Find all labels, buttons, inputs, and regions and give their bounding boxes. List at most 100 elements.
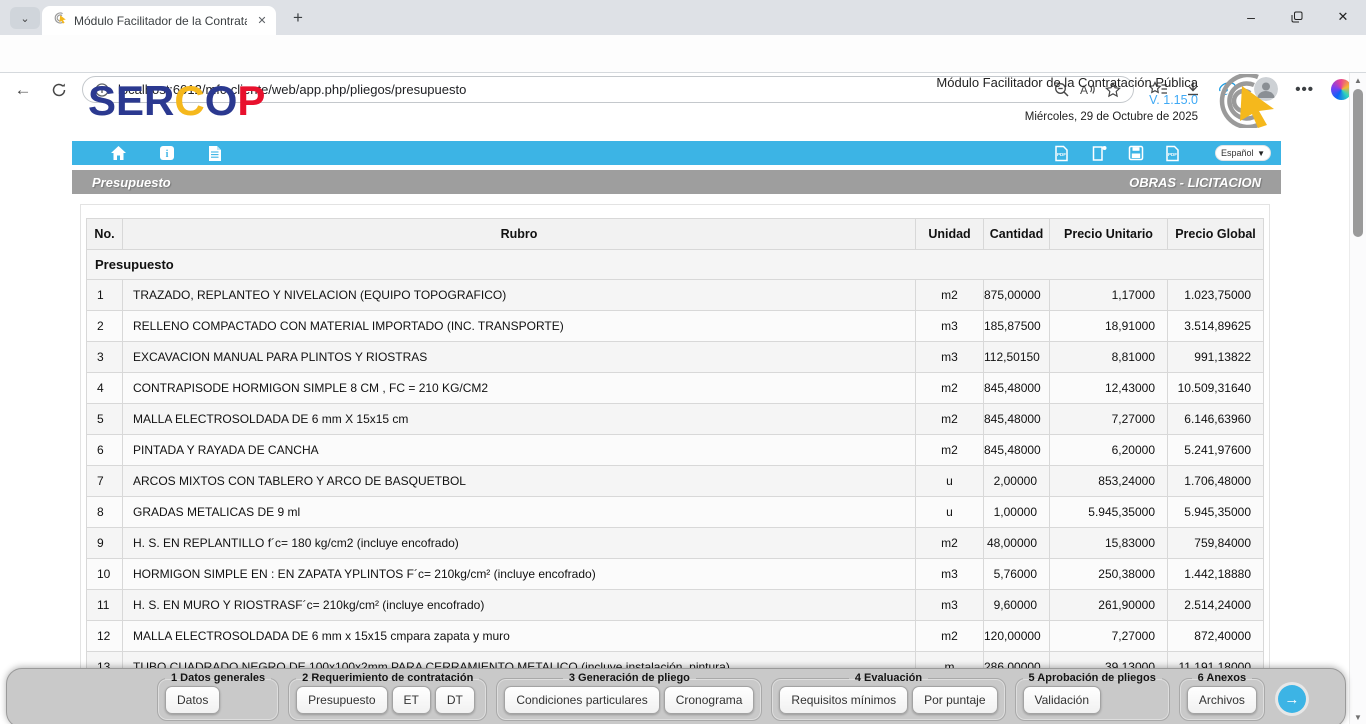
nav-button-validaci-n[interactable]: Validación	[1023, 686, 1101, 714]
clipboard-icon[interactable]	[1090, 145, 1107, 162]
scrollbar[interactable]: ▲ ▼	[1349, 73, 1366, 724]
budget-table: Presupuesto No. Rubro Unidad Cantidad Pr…	[86, 218, 1264, 683]
pdf-export-icon-2[interactable]: PDF	[1164, 145, 1181, 162]
table-cell: u	[916, 466, 984, 497]
table-cell: 12,43000	[1050, 373, 1168, 404]
table-cell: 120,00000	[984, 621, 1050, 652]
nav-button-archivos[interactable]: Archivos	[1187, 686, 1257, 714]
table-cell: 875,00000	[984, 280, 1050, 311]
pdf-export-icon[interactable]: PDF	[1053, 145, 1070, 162]
table-row: 6PINTADA Y RAYADA DE CANCHAm2845,480006,…	[87, 435, 1264, 466]
tab-search-chevron-icon[interactable]: ⌄	[10, 7, 40, 29]
nav-button-cronograma[interactable]: Cronograma	[664, 686, 755, 714]
table-cell: 5.241,97600	[1168, 435, 1264, 466]
nav-button-datos[interactable]: Datos	[165, 686, 220, 714]
table-cell: MALLA ELECTROSOLDADA DE 6 mm x 15x15 cmp…	[123, 621, 916, 652]
table-cell: 7	[87, 466, 123, 497]
table-cell: 1,00000	[984, 497, 1050, 528]
scroll-up-icon[interactable]: ▲	[1350, 73, 1366, 87]
nav-group: 2 Requerimiento de contratación Presupues…	[288, 672, 487, 721]
nav-group-label: 2 Requerimiento de contratación	[296, 672, 479, 684]
close-button[interactable]: ✕	[1320, 0, 1366, 34]
nav-group: 3 Generación de pliegoCondiciones partic…	[496, 672, 762, 721]
table-cell: 6,20000	[1050, 435, 1168, 466]
chevron-down-icon: ▼	[1257, 149, 1265, 158]
save-icon[interactable]	[1127, 145, 1144, 162]
table-cell: 10	[87, 559, 123, 590]
table-row: 5MALLA ELECTROSOLDADA DE 6 mm X 15x15 cm…	[87, 404, 1264, 435]
home-icon[interactable]	[110, 145, 127, 162]
table-row: 3EXCAVACION MANUAL PARA PLINTOS Y RIOSTR…	[87, 342, 1264, 373]
table-cell: m3	[916, 590, 984, 621]
table-cell: m2	[916, 528, 984, 559]
tab-favicon	[51, 10, 67, 31]
table-cell: 1,17000	[1050, 280, 1168, 311]
sercop-logo: SERCOP	[88, 80, 265, 122]
table-cell: 185,87500	[984, 311, 1050, 342]
table-cell: H. S. EN MURO Y RIOSTRASF´c= 210kg/cm² (…	[123, 590, 916, 621]
table-cell: 7,27000	[1050, 621, 1168, 652]
bottom-nav: 1 Datos generalesDatos2 Requerimiento de…	[6, 668, 1346, 724]
table-cell: m2	[916, 373, 984, 404]
table-cell: 12	[87, 621, 123, 652]
nav-button-presupuesto[interactable]: Presupuesto	[296, 686, 387, 714]
budget-table-body: 1TRAZADO, REPLANTEO Y NIVELACION (EQUIPO…	[87, 280, 1264, 683]
table-cell: 9,60000	[984, 590, 1050, 621]
restore-button[interactable]	[1274, 0, 1320, 34]
nav-button-requisitos-m-nimos[interactable]: Requisitos mínimos	[779, 686, 908, 714]
scroll-down-icon[interactable]: ▼	[1350, 710, 1366, 724]
table-cell: 9	[87, 528, 123, 559]
table-row: 9H. S. EN REPLANTILLO f´c= 180 kg/cm2 (i…	[87, 528, 1264, 559]
document-icon[interactable]	[206, 145, 223, 162]
back-button[interactable]: ←	[12, 79, 34, 101]
table-cell: 261,90000	[1050, 590, 1168, 621]
table-row: 1TRAZADO, REPLANTEO Y NIVELACION (EQUIPO…	[87, 280, 1264, 311]
nav-button-et[interactable]: ET	[392, 686, 431, 714]
table-cell: MALLA ELECTROSOLDADA DE 6 mm X 15x15 cm	[123, 404, 916, 435]
next-step-button[interactable]: →	[1278, 685, 1306, 713]
app-date: Miércoles, 29 de Octubre de 2025	[678, 111, 1198, 123]
table-row: 11H. S. EN MURO Y RIOSTRASF´c= 210kg/cm²…	[87, 590, 1264, 621]
table-cell: 7,27000	[1050, 404, 1168, 435]
tab-close-icon[interactable]: ✕	[254, 13, 270, 29]
table-cell: TRAZADO, REPLANTEO Y NIVELACION (EQUIPO …	[123, 280, 916, 311]
table-cell: 18,91000	[1050, 311, 1168, 342]
table-cell: 5	[87, 404, 123, 435]
bottom-nav-groups: 1 Datos generalesDatos2 Requerimiento de…	[157, 672, 1265, 721]
table-cell: 8	[87, 497, 123, 528]
nav-group: 6 AnexosArchivos	[1179, 672, 1265, 721]
table-cell: m2	[916, 435, 984, 466]
table-header: No. Rubro Unidad Cantidad Precio Unitari…	[87, 219, 1264, 250]
settings-menu-icon[interactable]: •••	[1295, 81, 1314, 98]
table-cell: m3	[916, 311, 984, 342]
info-icon[interactable]: i	[158, 145, 175, 162]
nav-button-dt[interactable]: DT	[435, 686, 475, 714]
app-icon-bar: i PDF PDF Español ▼	[72, 141, 1281, 165]
table-row: 12MALLA ELECTROSOLDADA DE 6 mm x 15x15 c…	[87, 621, 1264, 652]
minimize-button[interactable]: –	[1228, 0, 1274, 34]
table-row: 8GRADAS METALICAS DE 9 mlu1,000005.945,3…	[87, 497, 1264, 528]
new-tab-button[interactable]: +	[288, 8, 308, 28]
table-row: 4CONTRAPISODE HORMIGON SIMPLE 8 CM , FC …	[87, 373, 1264, 404]
nav-button-condiciones-particulares[interactable]: Condiciones particulares	[504, 686, 659, 714]
table-cell: 10.509,31640	[1168, 373, 1264, 404]
tab-title: Módulo Facilitador de la Contrata	[74, 14, 247, 28]
nav-button-por-puntaje[interactable]: Por puntaje	[912, 686, 997, 714]
table-cell: ARCOS MIXTOS CON TABLERO Y ARCO DE BASQU…	[123, 466, 916, 497]
browser-tab[interactable]: Módulo Facilitador de la Contrata ✕	[42, 6, 276, 35]
language-select[interactable]: Español ▼	[1215, 145, 1271, 161]
table-cell: 853,24000	[1050, 466, 1168, 497]
table-cell: 5,76000	[984, 559, 1050, 590]
table-cell: 2.514,24000	[1168, 590, 1264, 621]
refresh-button[interactable]	[48, 79, 70, 101]
nav-group: 4 EvaluaciónRequisitos mínimosPor puntaj…	[771, 672, 1005, 721]
section-context: OBRAS - LICITACION	[1129, 175, 1261, 190]
table-title: Presupuesto	[87, 250, 1264, 280]
table-row: 2RELLENO COMPACTADO CON MATERIAL IMPORTA…	[87, 311, 1264, 342]
scroll-thumb[interactable]	[1353, 89, 1363, 237]
table-cell: u	[916, 497, 984, 528]
table-cell: 3.514,89625	[1168, 311, 1264, 342]
section-bar: Presupuesto OBRAS - LICITACION	[72, 170, 1281, 194]
table-cell: 872,40000	[1168, 621, 1264, 652]
browser-titlebar: ⌄ Módulo Facilitador de la Contrata ✕ + …	[0, 0, 1366, 35]
